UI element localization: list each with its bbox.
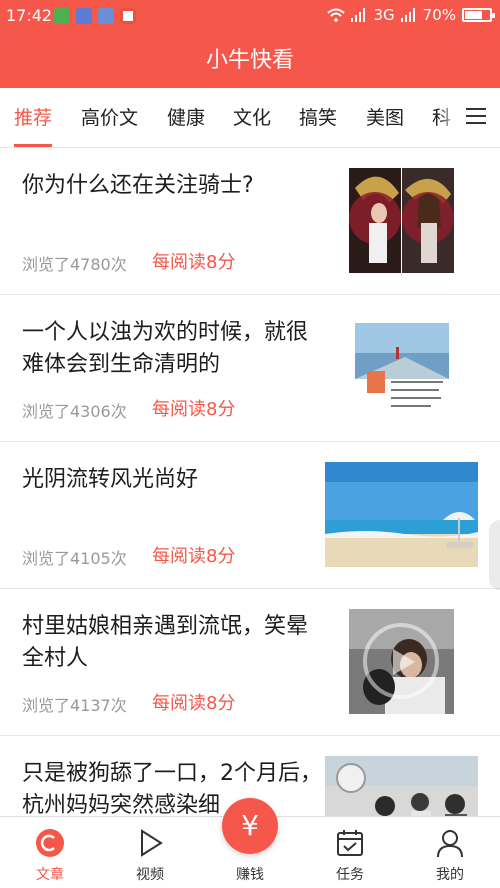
- status-time: 17:42: [6, 6, 53, 25]
- article-title: 光阴流转风光尚好: [22, 467, 199, 492]
- reward-label: 每阅读8分: [152, 252, 236, 273]
- signal-icon-2: [400, 8, 415, 22]
- tab-fade: [438, 88, 460, 146]
- article-thumbnail: [349, 609, 454, 714]
- tab-high-value[interactable]: 高价文: [81, 88, 138, 147]
- tab-health[interactable]: 健康: [167, 88, 205, 147]
- article-item[interactable]: 村里姑娘相亲遇到流氓，笑晕全村人 浏览了4137次 每阅读8分: [0, 589, 500, 736]
- status-bar: 17:42 3G 70%: [0, 0, 500, 34]
- article-thumbnail: [349, 168, 454, 273]
- network-type: 3G: [373, 6, 395, 24]
- article-item[interactable]: 你为什么还在关注骑士? 浏览了4780次 每阅读8分: [0, 148, 500, 295]
- shield-app-icon: [54, 8, 70, 24]
- article-thumbnail: [325, 756, 478, 816]
- battery-level: [465, 11, 482, 19]
- tab-funny[interactable]: 搞笑: [299, 88, 337, 147]
- reward-label: 每阅读8分: [152, 546, 236, 567]
- nav-label: 赚钱: [236, 867, 264, 883]
- tab-recommend[interactable]: 推荐: [14, 88, 52, 147]
- view-count: 浏览了4306次: [22, 402, 127, 421]
- tab-culture[interactable]: 文化: [233, 88, 271, 147]
- article-icon: [36, 829, 64, 857]
- article-thumbnail: [349, 317, 454, 422]
- article-title: 只是被狗舔了一口，2个月后，杭州妈妈突然感染细: [22, 761, 322, 816]
- signal-icon: [351, 8, 366, 22]
- yuan-icon: ¥: [241, 809, 259, 842]
- article-thumbnail: [325, 462, 478, 567]
- reward-label: 每阅读8分: [152, 693, 236, 714]
- nav-label: 视频: [136, 867, 164, 883]
- article-title: 村里姑娘相亲遇到流氓，笑晕全村人: [22, 614, 309, 671]
- nav-article[interactable]: 文章: [0, 817, 100, 888]
- article-item[interactable]: 光阴流转风光尚好 浏览了4105次 每阅读8分: [0, 442, 500, 589]
- battery-icon: [462, 8, 495, 22]
- article-item[interactable]: 一个人以浊为欢的时候，就很难体会到生命清明的 浏览了4306次 每阅读8分: [0, 295, 500, 442]
- view-count: 浏览了4137次: [22, 696, 127, 715]
- tab-pictures[interactable]: 美图: [366, 88, 404, 147]
- nav-video[interactable]: 视频: [100, 817, 200, 888]
- nav-tasks[interactable]: 任务: [300, 817, 400, 888]
- calendar-check-icon: [337, 830, 363, 856]
- message-app-icon: [76, 8, 92, 24]
- category-tabs: 推荐 高价文 健康 文化 搞笑 美图 科: [0, 88, 500, 148]
- article-feed: 你为什么还在关注骑士? 浏览了4780次 每阅读8分 一个人以浊为欢的时候，就很…: [0, 148, 500, 816]
- nav-label: 文章: [36, 867, 64, 883]
- wifi-icon: [327, 8, 346, 22]
- user-icon: [437, 830, 463, 858]
- view-count: 浏览了4105次: [22, 549, 127, 568]
- nav-label: 我的: [436, 867, 464, 883]
- battery-percent: 70%: [422, 6, 456, 24]
- status-indicators: 3G 70%: [327, 6, 495, 24]
- record-app-icon: [120, 8, 136, 24]
- view-count: 浏览了4780次: [22, 255, 127, 274]
- active-tab-indicator: [14, 144, 52, 147]
- scan-app-icon: [98, 8, 114, 24]
- edge-handle[interactable]: [489, 520, 500, 590]
- menu-icon[interactable]: [466, 108, 486, 126]
- app-title: 小牛快看: [0, 34, 500, 88]
- earn-button[interactable]: ¥: [222, 798, 278, 854]
- article-title: 一个人以浊为欢的时候，就很难体会到生命清明的: [22, 320, 309, 377]
- nav-me[interactable]: 我的: [400, 817, 500, 888]
- article-title: 你为什么还在关注骑士?: [22, 173, 254, 198]
- nav-label: 任务: [336, 867, 364, 883]
- play-icon: [141, 829, 163, 857]
- reward-label: 每阅读8分: [152, 399, 236, 420]
